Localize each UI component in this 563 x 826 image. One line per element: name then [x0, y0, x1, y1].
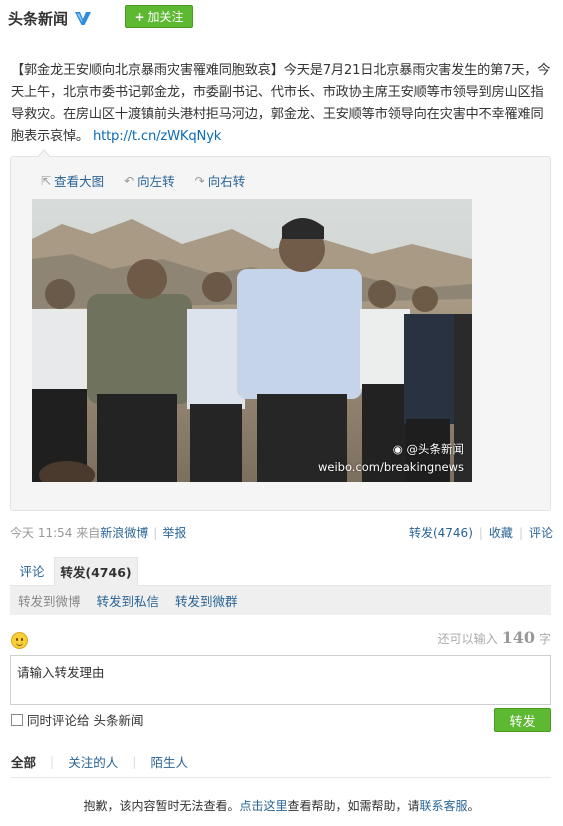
help-link[interactable]: 点击这里 [239, 799, 287, 813]
short-link[interactable]: http://t.cn/zWKqNyk [93, 129, 222, 144]
forward-link[interactable]: 转发(4746) [409, 526, 473, 540]
image-toolbar: ⇱ 查看大图 ↶ 向左转 ↷ 向右转 [41, 171, 245, 190]
counter-suffix: 字 [538, 632, 551, 646]
favorite-link[interactable]: 收藏 [489, 526, 513, 540]
post-time: 今天 11:54 [10, 526, 73, 540]
photo-watermark: ◉ @头条新闻 weibo.com/breakingnews [318, 440, 464, 476]
filter-strangers[interactable]: 陌生人 [150, 752, 188, 771]
author-name[interactable]: 头条新闻 [8, 8, 68, 29]
verified-v-icon [74, 10, 92, 26]
tab-comment[interactable]: 评论 [10, 557, 54, 586]
follow-button[interactable]: + 加关注 [125, 5, 193, 28]
divider: | [153, 526, 158, 540]
interaction-tabs: 评论 转发(4746) [10, 557, 551, 586]
section-divider [10, 777, 551, 778]
also-comment-option[interactable]: 同时评论给 头条新闻 [11, 710, 143, 729]
unavailable-notice: 抱歉，该内容暂时无法查看。点击这里查看帮助，如需帮助，请联系客服。 [83, 799, 480, 813]
forward-submit-button[interactable]: 转发 [494, 708, 551, 732]
tab-forward[interactable]: 转发(4746) [54, 557, 138, 586]
char-counter: 还可以输入 140 字 [438, 628, 551, 647]
forward-subtabs: 转发到微博 转发到私信 转发到微群 [10, 586, 551, 615]
forward-filter: 全部 | 关注的人 | 陌生人 [11, 752, 188, 771]
also-comment-label: 同时评论给 头条新闻 [27, 713, 144, 728]
view-large-label: 查看大图 [54, 174, 105, 189]
post-photo[interactable]: ◉ @头条新闻 weibo.com/breakingnews [32, 199, 472, 482]
rotate-left-button[interactable]: ↶ 向左转 [124, 171, 175, 190]
contact-support-link[interactable]: 联系客服 [420, 799, 468, 813]
post-actions: 转发(4746) | 收藏 | 评论 [408, 526, 553, 540]
rotate-left-label: 向左转 [137, 174, 175, 189]
counter-number: 140 [501, 628, 535, 647]
post-meta: 今天 11:54 来自新浪微博 | 举报 [10, 524, 186, 541]
watermark-url: weibo.com/breakingnews [317, 460, 464, 474]
forward-reason-input[interactable]: 请输入转发理由 [10, 655, 551, 705]
report-link[interactable]: 举报 [162, 526, 186, 540]
also-comment-checkbox[interactable] [11, 713, 23, 726]
rotate-right-icon: ↷ [194, 173, 205, 188]
weibo-logo-icon: ◉ [392, 442, 403, 456]
watermark-logo: ◉ @头条新闻 [392, 442, 464, 456]
post-header: 头条新闻 [8, 6, 92, 30]
subtab-forward-to-weibo[interactable]: 转发到微博 [18, 591, 81, 610]
post-text: 【郭金龙王安顺向北京暴雨灾害罹难同胞致哀】今天是7月21日北京暴雨灾害发生的第7… [11, 60, 556, 148]
subtab-forward-to-message[interactable]: 转发到私信 [97, 591, 160, 610]
counter-prefix: 还可以输入 [437, 632, 498, 646]
subtab-forward-to-group[interactable]: 转发到微群 [175, 591, 238, 610]
view-large-button[interactable]: ⇱ 查看大图 [41, 171, 104, 190]
filter-following[interactable]: 关注的人 [68, 752, 118, 771]
rotate-left-icon: ↶ [124, 173, 135, 188]
plus-icon: + [134, 9, 145, 24]
post-body: 【郭金龙王安顺向北京暴雨灾害罹难同胞致哀】今天是7月21日北京暴雨灾害发生的第7… [11, 63, 551, 144]
source-link[interactable]: 新浪微博 [100, 526, 148, 540]
from-label: 来自 [76, 526, 101, 540]
media-box: ⇱ 查看大图 ↶ 向左转 ↷ 向右转 ◉ @头条新闻 weibo.com/bre… [10, 149, 551, 511]
filter-all[interactable]: 全部 [11, 752, 36, 771]
expand-icon: ⇱ [41, 173, 52, 188]
smiley-icon[interactable] [11, 632, 28, 649]
rotate-right-button[interactable]: ↷ 向右转 [195, 171, 246, 190]
comment-link[interactable]: 评论 [529, 526, 553, 540]
follow-label: 加关注 [147, 10, 184, 24]
rotate-right-label: 向右转 [207, 174, 246, 189]
